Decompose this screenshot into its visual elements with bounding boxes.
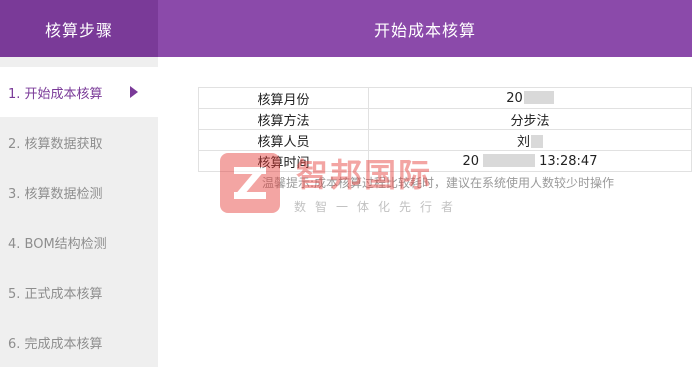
table-row: 核算月份 20 [198, 87, 692, 109]
sidebar-title: 核算步骤 [0, 0, 158, 57]
costing-info-table: 核算月份 20 核算方法 分步法 核算人员 刘 核算时间 20 13:28:47 [198, 87, 692, 172]
step-label: 4. BOM结构检测 [8, 236, 107, 252]
time-value-prefix: 20 [462, 153, 480, 169]
time-value-cell: 20 13:28:47 [368, 150, 692, 172]
method-value: 分步法 [368, 108, 692, 130]
table-row: 核算人员 刘 [198, 129, 692, 151]
step-label: 5. 正式成本核算 [8, 286, 103, 302]
step-item-finish-costing[interactable]: 6. 完成成本核算 [0, 317, 158, 367]
month-value: 20 [506, 90, 523, 106]
month-value-cell: 20 [368, 87, 692, 109]
step-label: 2. 核算数据获取 [8, 136, 103, 152]
step-item-start-costing[interactable]: 1. 开始成本核算 [0, 67, 158, 117]
page-title: 开始成本核算 [158, 0, 692, 57]
month-label: 核算月份 [198, 87, 369, 109]
time-label: 核算时间 [198, 150, 369, 172]
step-label: 1. 开始成本核算 [8, 86, 103, 102]
step-item-formal-costing[interactable]: 5. 正式成本核算 [0, 267, 158, 317]
sidebar: 核算步骤 1. 开始成本核算 2. 核算数据获取 3. 核算数据检测 4. BO… [0, 0, 158, 367]
notice-text: 温馨提示:成本核算过程比较耗时，建议在系统使用人数较少时操作 [262, 176, 615, 190]
step-label: 6. 完成成本核算 [8, 336, 103, 352]
method-label: 核算方法 [198, 108, 369, 130]
step-item-data-fetch[interactable]: 2. 核算数据获取 [0, 117, 158, 167]
table-row: 核算方法 分步法 [198, 108, 692, 130]
table-row: 核算时间 20 13:28:47 [198, 150, 692, 172]
person-label: 核算人员 [198, 129, 369, 151]
step-label: 3. 核算数据检测 [8, 186, 103, 202]
step-item-bom-check[interactable]: 4. BOM结构检测 [0, 217, 158, 267]
watermark-subtitle: 数智一体化先行者 [294, 200, 463, 214]
redacted-block [531, 134, 543, 148]
step-item-data-check[interactable]: 3. 核算数据检测 [0, 167, 158, 217]
person-value: 刘 [516, 134, 530, 150]
time-value-suffix: 13:28:47 [539, 153, 598, 169]
triangle-right-icon [130, 86, 138, 98]
person-value-cell: 刘 [368, 129, 692, 151]
redacted-block [483, 153, 536, 167]
redacted-block [523, 90, 554, 104]
